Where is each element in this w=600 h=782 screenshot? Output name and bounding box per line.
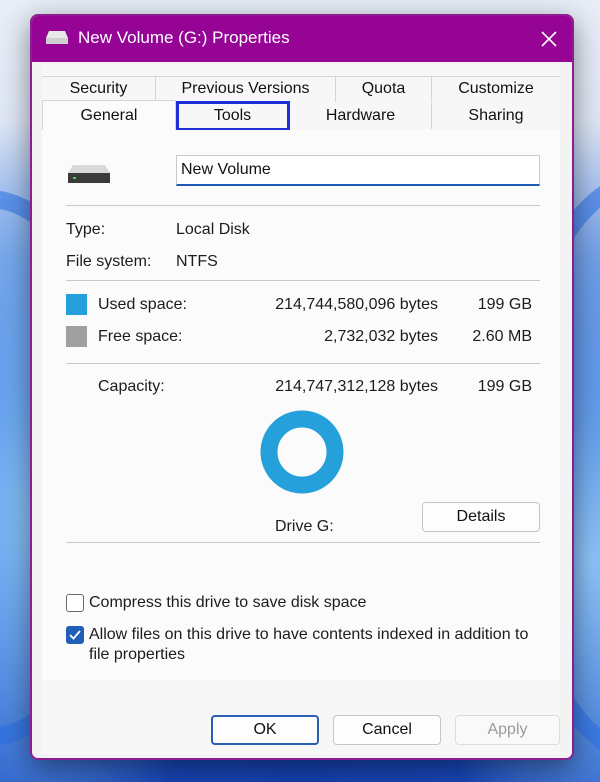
apply-button[interactable]: Apply [455, 715, 560, 745]
file-system-value: NTFS [176, 253, 218, 270]
used-space-ring [260, 410, 344, 494]
index-label-line1: Allow files on this drive to have conten… [89, 626, 529, 643]
used-space-bytes: 214,744,580,096 bytes [275, 296, 438, 313]
close-button[interactable] [526, 16, 572, 62]
free-space-bytes: 2,732,032 bytes [324, 328, 438, 345]
window-title: New Volume (G:) Properties [78, 28, 290, 47]
used-space-size: 199 GB [477, 296, 532, 313]
drive-icon [46, 31, 68, 44]
separator [66, 280, 540, 281]
file-system-label: File system: [66, 253, 152, 270]
ok-button[interactable]: OK [211, 715, 319, 745]
close-icon [541, 31, 557, 47]
compress-checkbox[interactable] [66, 594, 84, 612]
separator [66, 542, 540, 543]
properties-window: New Volume (G:) Properties Security Prev… [30, 14, 574, 760]
index-label-line2: file properties [89, 646, 186, 663]
tab-hardware[interactable]: Hardware [290, 103, 432, 129]
drive-icon [68, 165, 110, 183]
volume-name-input[interactable] [176, 155, 540, 186]
details-button[interactable]: Details [422, 502, 540, 532]
free-space-size: 2.60 MB [472, 328, 532, 345]
tab-sharing[interactable]: Sharing [432, 103, 560, 129]
index-checkbox[interactable] [66, 626, 84, 644]
type-value: Local Disk [176, 221, 250, 238]
capacity-bytes: 214,747,312,128 bytes [275, 378, 438, 395]
tab-general[interactable]: General [42, 100, 176, 130]
tab-tools[interactable]: Tools [176, 103, 290, 129]
cancel-button[interactable]: Cancel [333, 715, 441, 745]
type-label: Type: [66, 221, 106, 238]
general-tab-content: Type: Local Disk File system: NTFS Used … [42, 130, 560, 680]
dialog-panel: Security Previous Versions Quota Customi… [42, 64, 560, 754]
tab-previous-versions[interactable]: Previous Versions [156, 76, 336, 102]
tab-security[interactable]: Security [42, 76, 156, 102]
checkmark-icon [69, 630, 81, 640]
usage-donut-chart [260, 410, 344, 494]
used-space-swatch [66, 294, 87, 315]
title-bar[interactable]: New Volume (G:) Properties [32, 16, 572, 62]
dialog-button-bar: OK Cancel Apply [42, 680, 560, 754]
capacity-size: 199 GB [477, 378, 532, 395]
capacity-label: Capacity: [98, 378, 165, 395]
free-space-label: Free space: [98, 328, 183, 345]
free-space-swatch [66, 326, 87, 347]
separator [66, 205, 540, 206]
drive-letter-label: Drive G: [275, 518, 334, 535]
compress-label: Compress this drive to save disk space [89, 594, 367, 611]
tab-quota[interactable]: Quota [336, 76, 432, 102]
used-space-label: Used space: [98, 296, 187, 313]
separator [66, 363, 540, 364]
tab-customize[interactable]: Customize [432, 76, 560, 102]
